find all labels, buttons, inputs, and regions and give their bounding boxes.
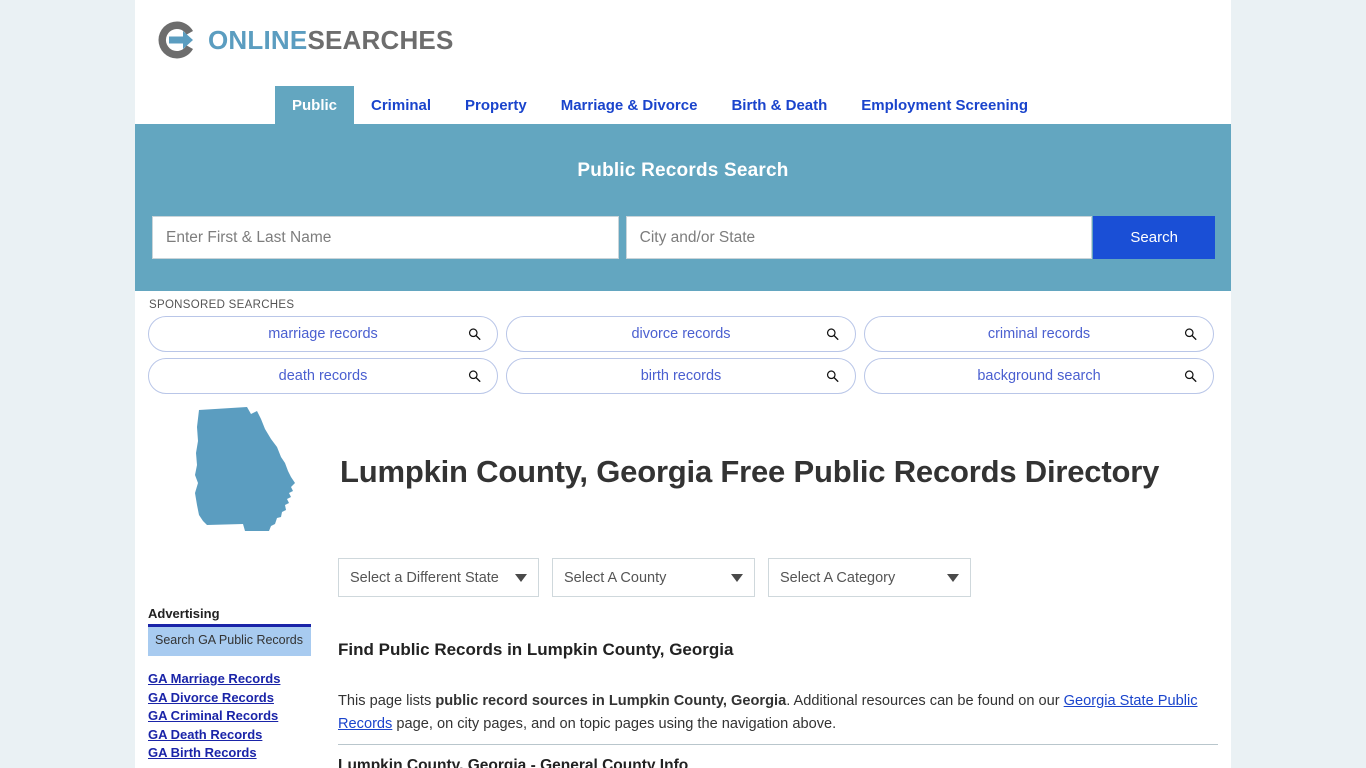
search-icon	[1184, 328, 1197, 341]
pill-label: divorce records	[631, 326, 731, 342]
content-container: ONLINESEARCHES Public Criminal Property …	[135, 0, 1231, 768]
circle-arrow-logo-icon	[158, 21, 193, 59]
georgia-state-map-icon	[195, 407, 295, 531]
sidebar-link-ga-marriage-records[interactable]: GA Marriage Records	[148, 670, 311, 689]
sponsored-pill-divorce-records[interactable]: divorce records	[506, 316, 856, 352]
paragraph-tail: page, on city pages, and on topic pages …	[392, 715, 837, 732]
chevron-down-icon	[731, 573, 743, 582]
pill-label: background search	[977, 368, 1101, 384]
sponsored-pill-background-search[interactable]: background search	[864, 358, 1214, 394]
search-icon	[468, 328, 481, 341]
search-submit-button[interactable]: Search	[1093, 216, 1216, 259]
nav-item-employment-screening[interactable]: Employment Screening	[844, 86, 1045, 124]
sponsored-pill-marriage-records[interactable]: marriage records	[148, 316, 498, 352]
sponsored-pill-birth-records[interactable]: birth records	[506, 358, 856, 394]
main-content: Find Public Records in Lumpkin County, G…	[338, 626, 1218, 750]
paragraph-bold: public record sources in Lumpkin County,…	[435, 693, 787, 710]
name-search-input[interactable]	[152, 216, 619, 259]
search-form: Search	[152, 216, 1216, 259]
state-select-label: Select a Different State	[350, 569, 499, 586]
page-root: ONLINESEARCHES Public Criminal Property …	[0, 0, 1366, 768]
pill-label: marriage records	[268, 326, 378, 342]
paragraph-lead: This page lists	[338, 693, 436, 710]
sidebar-link-ga-birth-records[interactable]: GA Birth Records	[148, 744, 311, 763]
search-icon	[826, 328, 839, 341]
public-records-search-banner: Public Records Search Search	[135, 127, 1231, 291]
sponsored-searches-list: marriage records divorce records crimina…	[148, 316, 1216, 394]
logo-text-online: ONLINE	[208, 25, 308, 55]
category-select-label: Select A Category	[780, 569, 896, 586]
chevron-down-icon	[515, 573, 527, 582]
category-select[interactable]: Select A Category	[768, 558, 971, 597]
site-logo[interactable]: ONLINESEARCHES	[155, 17, 454, 63]
section-heading: Find Public Records in Lumpkin County, G…	[338, 640, 734, 660]
search-icon	[468, 370, 481, 383]
sponsored-pill-death-records[interactable]: death records	[148, 358, 498, 394]
nav-item-criminal[interactable]: Criminal	[354, 86, 448, 124]
banner-title: Public Records Search	[577, 160, 789, 181]
pill-label: death records	[278, 368, 368, 384]
state-select[interactable]: Select a Different State	[338, 558, 539, 597]
nav-item-birth-death[interactable]: Birth & Death	[714, 86, 844, 124]
ad-search-ga-public-records[interactable]: Search GA Public Records	[148, 627, 311, 656]
section-divider	[338, 744, 1218, 745]
sidebar-links: GA Marriage Records GA Divorce Records G…	[148, 670, 311, 763]
logo-wordmark: ONLINESEARCHES	[208, 27, 454, 53]
sidebar-link-ga-divorce-records[interactable]: GA Divorce Records	[148, 689, 311, 708]
sponsored-searches-label: SPONSORED SEARCHES	[149, 299, 295, 311]
chevron-down-icon	[947, 573, 959, 582]
page-title: Lumpkin County, Georgia Free Public Reco…	[340, 453, 1160, 489]
nav-item-marriage-divorce[interactable]: Marriage & Divorce	[544, 86, 715, 124]
general-county-info-heading: Lumpkin County, Georgia - General County…	[338, 757, 689, 768]
intro-paragraph: This page lists public record sources in…	[338, 690, 1218, 735]
filter-selects: Select a Different State Select A County…	[338, 558, 971, 597]
nav-item-public[interactable]: Public	[275, 86, 355, 124]
sidebar-link-ga-death-records[interactable]: GA Death Records	[148, 726, 311, 745]
sidebar-link-ga-criminal-records[interactable]: GA Criminal Records	[148, 707, 311, 726]
county-select-label: Select A County	[564, 569, 667, 586]
advertising-label: Advertising	[148, 606, 311, 627]
pill-label: birth records	[640, 368, 722, 384]
sidebar: Advertising Search GA Public Records GA …	[148, 606, 311, 763]
logo-text-searches: SEARCHES	[307, 25, 454, 55]
pill-label: criminal records	[987, 326, 1091, 342]
search-icon	[1184, 370, 1197, 383]
location-search-input[interactable]	[625, 216, 1093, 259]
sponsored-pill-criminal-records[interactable]: criminal records	[864, 316, 1214, 352]
search-icon	[826, 370, 839, 383]
county-select[interactable]: Select A County	[552, 558, 755, 597]
nav-item-property[interactable]: Property	[448, 86, 544, 124]
paragraph-mid: . Additional resources can be found on o…	[786, 693, 1064, 710]
main-navigation: Public Criminal Property Marriage & Divo…	[135, 86, 1231, 127]
